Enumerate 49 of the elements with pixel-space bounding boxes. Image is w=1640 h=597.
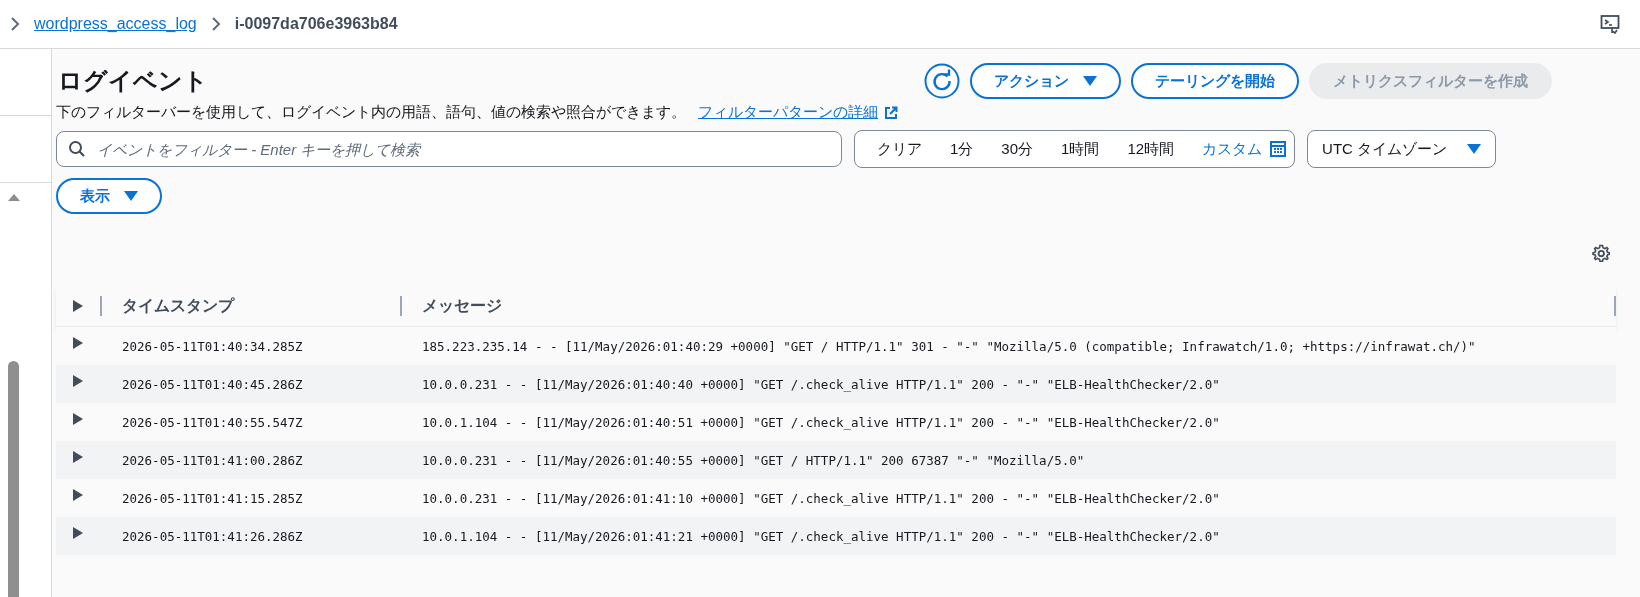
expand-row-icon[interactable] — [73, 489, 83, 501]
timestamp-cell-text: 2026-05-11T01:40:34.285Z — [121, 338, 304, 354]
search-field[interactable]: イベントをフィルター - Enter キーを押して検索 — [56, 131, 842, 167]
time-range-option[interactable]: カスタム — [1188, 139, 1291, 159]
calendar-icon — [1270, 141, 1287, 157]
chevron-right-icon — [210, 17, 221, 31]
expand-all-icon[interactable] — [73, 300, 83, 312]
action-button[interactable]: テーリングを開始 — [1131, 63, 1299, 99]
time-range-option[interactable]: 1分 — [936, 139, 988, 159]
timestamp-cell-text: 2026-05-11T01:41:00.286Z — [121, 452, 304, 468]
caret-icon — [1083, 76, 1097, 86]
expand-row-icon[interactable] — [73, 413, 83, 425]
display-dropdown[interactable]: 表示 — [56, 178, 162, 214]
time-range-option[interactable]: 12時間 — [1113, 139, 1189, 159]
timestamp-cell-text: 2026-05-11T01:41:26.286Z — [121, 528, 304, 544]
timestamp-cell-text: 2026-05-11T01:41:15.285Z — [121, 490, 304, 506]
chevron-right-icon — [10, 17, 20, 31]
expand-row-icon[interactable] — [73, 337, 83, 349]
timezone-dropdown[interactable]: UTC タイムゾーン — [1307, 130, 1497, 168]
message-cell-text: 10.0.0.231 - - [11/May/2026:01:40:55 +0000] "GET / HTTP/1.1" 200 67387 "-" "Mozilla/5.0" — [421, 452, 1086, 468]
refresh-button[interactable] — [924, 63, 960, 99]
time-range-option[interactable]: 30分 — [987, 139, 1048, 159]
message-cell-text: 10.0.1.104 - - [11/May/2026:01:40:51 +0000] "GET /.check_alive HTTP/1.1" 200 - "-" "ELB-HealthChecker/2.0" — [421, 414, 1221, 430]
external-link-icon — [884, 105, 898, 120]
column-header[interactable]: タイムスタンプ — [100, 296, 400, 316]
message-cell-text: 10.0.1.104 - - [11/May/2026:01:41:21 +0000] "GET /.check_alive HTTP/1.1" 200 - "-" "ELB-HealthChecker/2.0" — [421, 528, 1221, 544]
timestamp-cell-text: 2026-05-11T01:40:55.547Z — [121, 414, 304, 430]
breadcrumb-current: i-0097da706e3963b84 — [234, 15, 398, 33]
settings-icon[interactable] — [1592, 244, 1610, 262]
time-range-option[interactable]: 1時間 — [1047, 139, 1114, 159]
message-cell-text: 10.0.0.231 - - [11/May/2026:01:40:40 +0000] "GET /.check_alive HTTP/1.1" 200 - "-" "ELB-HealthChecker/2.0" — [421, 376, 1221, 392]
caret-icon — [124, 191, 138, 201]
timestamp-cell-text: 2026-05-11T01:40:45.286Z — [121, 376, 304, 392]
expand-row-icon[interactable] — [73, 375, 83, 387]
expand-row-icon[interactable] — [73, 451, 83, 463]
caret-icon — [1467, 144, 1482, 154]
scroll-up-icon[interactable] — [8, 193, 20, 201]
scrollbar-thumb[interactable] — [8, 361, 19, 597]
time-range-option[interactable]: クリア — [863, 139, 936, 159]
column-header[interactable]: メッセージ — [400, 296, 1616, 316]
message-cell-text: 185.223.235.14 - - [11/May/2026:01:40:29 +0000] "GET / HTTP/1.1" 301 - "-" "Mozilla/5.0 (compatible; Infrawatch/1.0; +https://infrawat.ch/)" — [421, 338, 1477, 354]
terminal-icon[interactable] — [1600, 14, 1620, 34]
help-link[interactable]: フィルターパターンの詳細 — [698, 103, 898, 122]
expand-row-icon[interactable] — [73, 527, 83, 539]
actions-dropdown[interactable]: アクション — [970, 63, 1121, 99]
message-cell-text: 10.0.0.231 - - [11/May/2026:01:41:10 +0000] "GET /.check_alive HTTP/1.1" 200 - "-" "ELB-HealthChecker/2.0" — [421, 490, 1221, 506]
page-title: ログイベント — [58, 66, 208, 96]
description-text: 下のフィルターバーを使用して、ログイベント内の用語、語句、値の検索や照合ができます。 — [56, 103, 686, 122]
breadcrumb-link[interactable]: wordpress_access_log — [34, 15, 197, 33]
